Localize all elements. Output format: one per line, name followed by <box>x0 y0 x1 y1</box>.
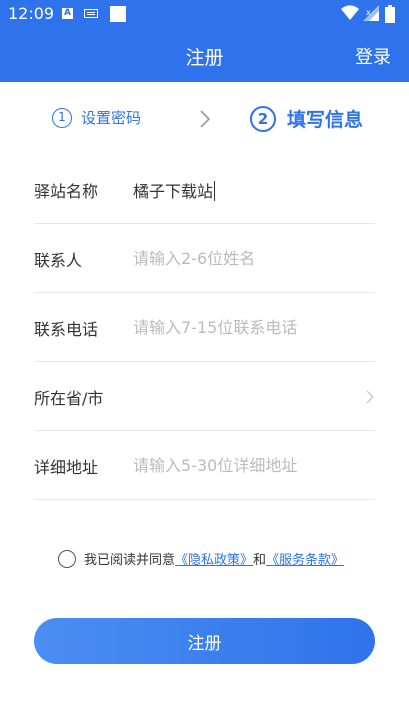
phone-label: 联系电话 <box>34 320 99 339</box>
step-indicator: 1 设置密码 2 填写信息 <box>0 82 409 158</box>
address-label: 详细地址 <box>34 458 99 477</box>
region-row[interactable]: 所在省/市 <box>34 362 375 431</box>
app-bar: 注册 登录 <box>0 28 409 82</box>
station-name-value: 橘子下载站 <box>133 182 214 201</box>
info-form: 驿站名称 橘子下载站 联系人 联系电话 所在省/市 详细地址 <box>34 155 375 500</box>
agreement-prefix: 我已阅读并同意 <box>84 553 176 568</box>
agree-radio[interactable] <box>58 549 76 568</box>
status-time: 12:09 <box>8 4 55 23</box>
step-number: 1 <box>52 107 72 128</box>
step-label: 设置密码 <box>81 109 142 127</box>
register-button[interactable]: 注册 <box>34 618 375 664</box>
step-fill-info: 2 填写信息 <box>250 105 363 132</box>
signal-icon: x <box>363 5 379 21</box>
page-title: 注册 <box>185 47 224 69</box>
terms-of-service-link[interactable]: 《服务条款》 <box>266 549 344 568</box>
phone-input[interactable] <box>133 311 373 343</box>
address-input[interactable] <box>133 449 373 481</box>
station-name-label: 驿站名称 <box>34 182 99 201</box>
step-number: 2 <box>250 105 276 132</box>
address-row: 详细地址 <box>34 431 375 500</box>
notification-square-icon <box>110 6 126 22</box>
contact-input[interactable] <box>133 242 373 274</box>
keyboard-icon <box>84 9 98 18</box>
step-label: 填写信息 <box>287 109 364 131</box>
status-icons: x <box>341 5 401 23</box>
phone-row: 联系电话 <box>34 293 375 362</box>
chevron-right-icon <box>200 110 211 128</box>
step-set-password: 1 设置密码 <box>52 107 141 128</box>
notification-a-icon: A <box>62 8 73 19</box>
login-button[interactable]: 登录 <box>355 43 391 69</box>
agreement-and: 和 <box>253 553 267 568</box>
text-caret <box>214 181 216 201</box>
contact-label: 联系人 <box>34 251 83 270</box>
privacy-policy-link[interactable]: 《隐私政策》 <box>175 549 253 568</box>
station-name-row: 驿站名称 橘子下载站 <box>34 155 375 224</box>
station-name-input[interactable]: 橘子下载站 <box>133 178 216 202</box>
region-label: 所在省/市 <box>34 389 104 408</box>
chevron-right-icon <box>366 390 374 404</box>
svg-text:x: x <box>366 8 371 17</box>
battery-icon <box>385 5 395 23</box>
wifi-icon <box>341 5 359 21</box>
contact-row: 联系人 <box>34 224 375 293</box>
agreement: 我已阅读并同意 《隐私政策》 和 《服务条款》 <box>58 549 344 568</box>
status-bar: 12:09 A x <box>0 0 409 28</box>
